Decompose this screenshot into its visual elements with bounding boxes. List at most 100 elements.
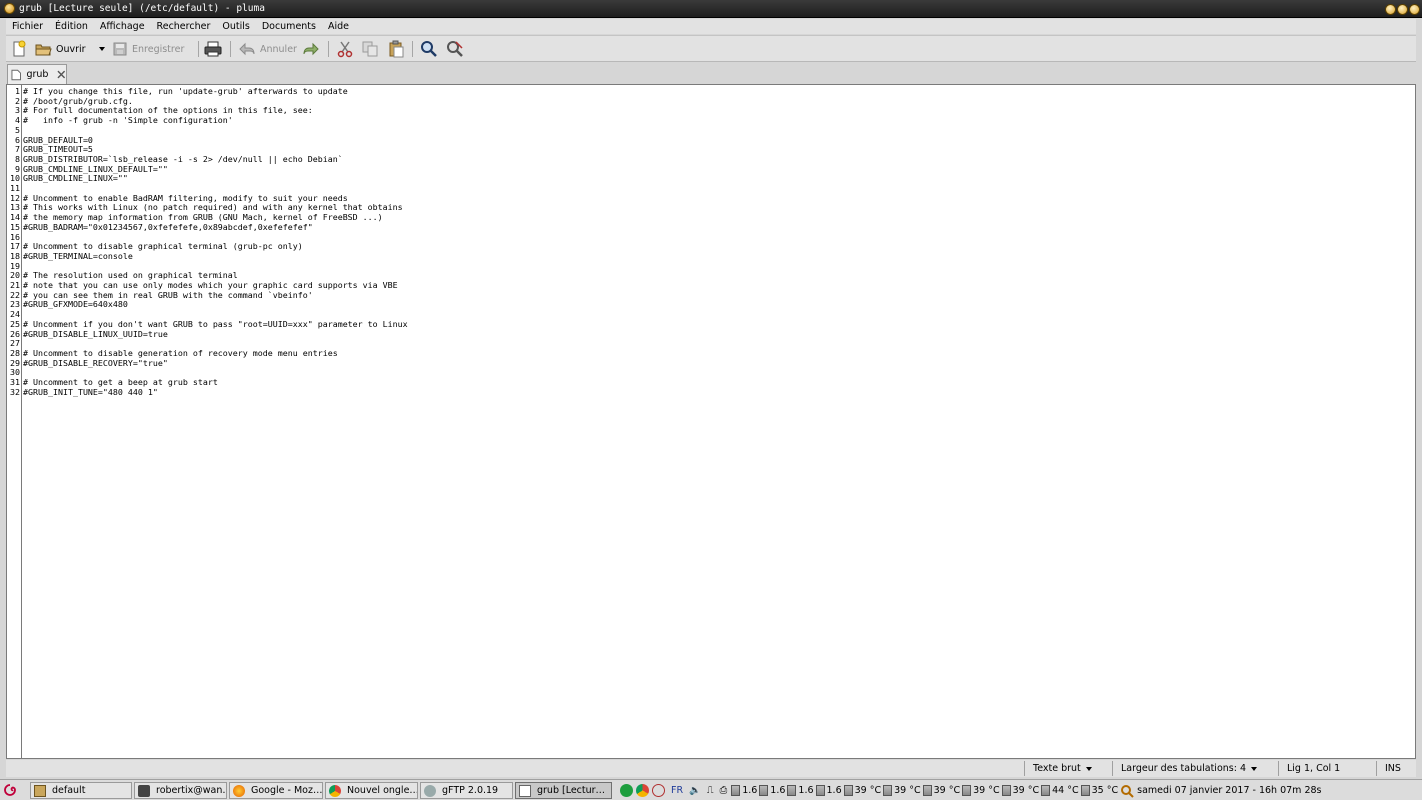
close-button[interactable] xyxy=(1409,4,1420,15)
task-label: default xyxy=(52,785,86,796)
menu-bar: Fichier Édition Affichage Rechercher Out… xyxy=(6,19,1416,34)
new-document-button[interactable] xyxy=(10,39,28,59)
save-icon xyxy=(113,42,127,56)
task-firefox[interactable]: Google - Moz… xyxy=(229,782,323,799)
editor-text[interactable]: # If you change this file, run 'update-g… xyxy=(23,85,408,398)
toolbar-separator xyxy=(230,41,231,57)
cpu-freq-value: 1.6 xyxy=(826,785,842,796)
open-recent-dropdown[interactable] xyxy=(94,39,105,59)
menu-fichier[interactable]: Fichier xyxy=(6,19,49,34)
task-terminal[interactable]: robertix@wan… xyxy=(134,782,227,799)
temp-value: 39 °C xyxy=(1012,785,1040,796)
minimize-button[interactable] xyxy=(1385,4,1396,15)
temp-value: 39 °C xyxy=(933,785,961,796)
tab-label: grub xyxy=(26,69,49,80)
menu-edition[interactable]: Édition xyxy=(49,19,94,34)
task-label: robertix@wan… xyxy=(156,785,227,796)
code-line[interactable]: #GRUB_GFXMODE=640x480 xyxy=(23,300,408,310)
cut-button[interactable] xyxy=(336,39,354,59)
cpu-freq-value: 1.6 xyxy=(770,785,786,796)
text-file-icon xyxy=(11,69,21,80)
search-icon[interactable] xyxy=(1120,784,1134,798)
find-replace-button[interactable] xyxy=(446,39,464,59)
menu-aide[interactable]: Aide xyxy=(322,19,355,34)
window-titlebar[interactable]: grub [Lecture seule] (/etc/default) - pl… xyxy=(0,0,1422,18)
document-tabs: grub xyxy=(6,63,1416,84)
code-line[interactable]: #GRUB_INIT_TUNE="480 440 1" xyxy=(23,387,408,398)
cpu-freq-0[interactable]: 1.6 xyxy=(731,785,757,796)
menu-outils[interactable]: Outils xyxy=(216,19,255,34)
chevron-down-icon xyxy=(1085,766,1092,771)
tab-width-selector[interactable]: Largeur des tabulations: 4 xyxy=(1112,761,1272,776)
code-line[interactable]: GRUB_CMDLINE_LINUX="" xyxy=(23,174,408,184)
status-green-icon[interactable] xyxy=(620,784,633,797)
print-button[interactable] xyxy=(204,39,222,59)
open-label: Ouvrir xyxy=(56,43,86,55)
temp-value: 39 °C xyxy=(894,785,921,796)
scissors-icon xyxy=(337,41,353,58)
find-button[interactable] xyxy=(420,39,438,59)
open-button[interactable]: Ouvrir xyxy=(34,39,86,59)
pluma-app-icon[interactable] xyxy=(4,3,15,14)
temp-sensor-6[interactable]: 35 °C xyxy=(1080,785,1118,796)
menu-rechercher[interactable]: Rechercher xyxy=(151,19,217,34)
code-line[interactable]: #GRUB_DISABLE_RECOVERY="true" xyxy=(23,358,408,369)
code-line[interactable]: #GRUB_BADRAM="0x01234567,0xfefefefe,0x89… xyxy=(23,222,408,233)
temperature-icon xyxy=(1080,785,1090,796)
chrome-tray-icon[interactable] xyxy=(636,784,649,797)
paste-button[interactable] xyxy=(387,39,405,59)
redo-button[interactable] xyxy=(302,39,320,59)
code-line[interactable]: # info -f grub -n 'Simple configuration' xyxy=(23,115,408,126)
terminal-icon xyxy=(138,784,150,797)
task-default[interactable]: default xyxy=(30,782,132,799)
cursor-position-label: Lig 1, Col 1 xyxy=(1287,763,1341,774)
temp-value: 44 °C xyxy=(1052,785,1079,796)
text-editor[interactable]: 1 2 3 4 5 6 7 8 9 10 11 12 13 14 15 16 17 18 19 20 21 22 23 24 2… xyxy=(6,84,1416,759)
printer-icon xyxy=(204,41,222,57)
temp-sensor-5[interactable]: 44 °C xyxy=(1041,785,1079,796)
code-line[interactable]: #GRUB_TERMINAL=console xyxy=(23,251,408,262)
toolbar-separator xyxy=(198,41,199,57)
temp-sensor-4[interactable]: 39 °C xyxy=(1001,785,1040,796)
text-editor-icon xyxy=(519,784,531,797)
system-tray: FR 🔈 ⎍ ⎙ 1.6 1.6 1.6 1.6 39 °C 39 °C 39 … xyxy=(620,782,1321,799)
temperature-icon xyxy=(883,785,893,796)
printer-tray-icon[interactable]: ⎙ xyxy=(720,785,728,796)
menu-documents[interactable]: Documents xyxy=(256,19,322,34)
temp-sensor-3[interactable]: 39 °C xyxy=(962,785,1000,796)
tab-grub[interactable]: grub xyxy=(7,64,67,84)
chevron-down-icon xyxy=(1251,766,1257,771)
temp-sensor-2[interactable]: 39 °C xyxy=(922,785,961,796)
language-mode-selector[interactable]: Texte brut xyxy=(1024,761,1106,776)
cpu-freq-1[interactable]: 1.6 xyxy=(759,785,785,796)
volume-icon[interactable]: 🔈 xyxy=(689,785,701,796)
insert-mode-label: INS xyxy=(1385,763,1401,774)
keyboard-layout-indicator[interactable]: FR xyxy=(671,785,683,796)
find-replace-icon xyxy=(447,41,463,57)
close-tab-icon[interactable] xyxy=(57,70,66,79)
task-chrome[interactable]: Nouvel ongle… xyxy=(325,782,418,799)
clock[interactable]: samedi 07 janvier 2017 - 16h 07m 28s xyxy=(1137,785,1321,796)
task-gftp[interactable]: gFTP 2.0.19 xyxy=(420,782,513,799)
undo-button[interactable]: Annuler xyxy=(238,39,297,59)
menu-affichage[interactable]: Affichage xyxy=(94,19,151,34)
temp-sensor-0[interactable]: 39 °C xyxy=(843,785,881,796)
undo-label: Annuler xyxy=(260,43,297,55)
network-icon[interactable]: ⎍ xyxy=(707,785,714,796)
debian-menu-icon[interactable] xyxy=(3,783,17,797)
cpu-freq-2[interactable]: 1.6 xyxy=(787,785,814,796)
temp-sensor-1[interactable]: 39 °C xyxy=(883,785,921,796)
copy-button[interactable] xyxy=(361,39,379,59)
alarm-clock-icon[interactable] xyxy=(652,784,665,797)
new-document-icon xyxy=(13,40,26,57)
code-line[interactable]: #GRUB_DISABLE_LINUX_UUID=true xyxy=(23,329,408,340)
task-pluma[interactable]: grub [Lectur… xyxy=(515,782,612,799)
cpu-freq-value: 1.6 xyxy=(798,785,814,796)
undo-icon xyxy=(239,42,255,56)
cpu-icon xyxy=(759,785,769,796)
status-bar: Texte brut Largeur des tabulations: 4 Li… xyxy=(6,760,1416,777)
cpu-freq-3[interactable]: 1.6 xyxy=(815,785,842,796)
maximize-button[interactable] xyxy=(1397,4,1408,15)
save-button[interactable]: Enregistrer xyxy=(112,39,184,59)
language-mode-label: Texte brut xyxy=(1033,763,1081,774)
